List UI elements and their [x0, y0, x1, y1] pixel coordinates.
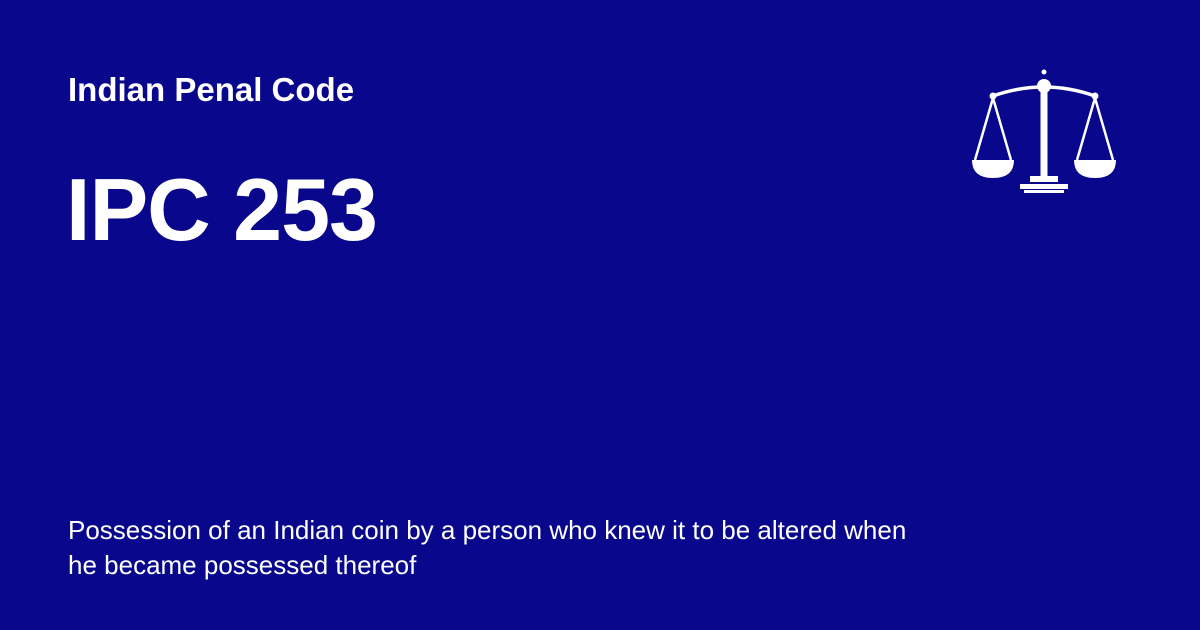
- section-description: Possession of an Indian coin by a person…: [68, 515, 907, 580]
- scales-of-justice-icon: [972, 69, 1116, 193]
- section-title: IPC 253: [66, 160, 378, 259]
- social-card: Indian Penal Code IPC 253 Possession of …: [0, 0, 1200, 630]
- eyebrow-label: Indian Penal Code: [68, 71, 355, 108]
